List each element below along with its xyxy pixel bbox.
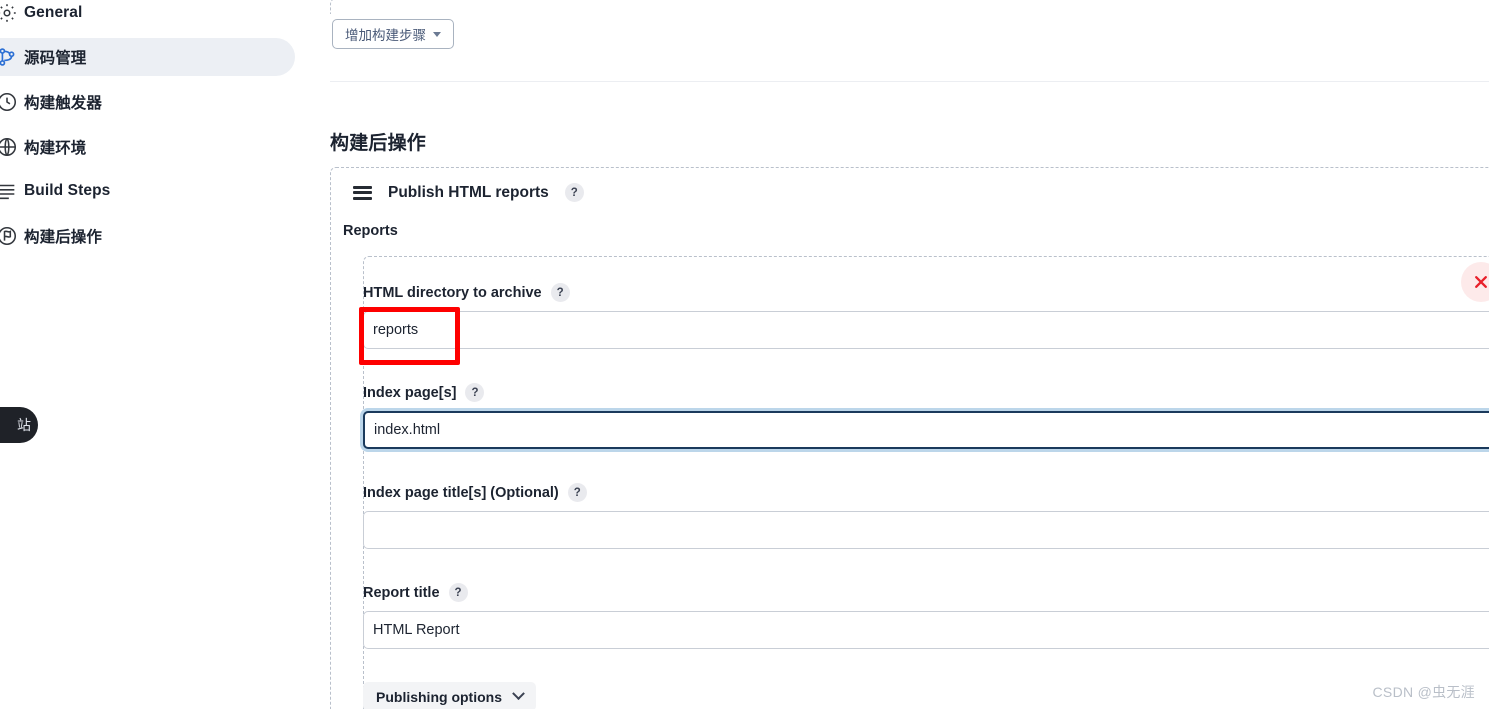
globe-icon — [0, 136, 24, 158]
page-section-title: 构建后操作 — [330, 132, 427, 154]
field-report-title: Report title ? — [363, 583, 1489, 649]
help-icon[interactable]: ? — [567, 483, 587, 502]
sidebar-item-label: 构建环境 — [24, 140, 87, 157]
sidebar-item-build-environment[interactable]: 构建环境 — [0, 128, 295, 166]
index-page-titles-input[interactable] — [363, 511, 1489, 549]
help-icon[interactable]: ? — [465, 383, 485, 402]
add-build-step-button[interactable]: 增加构建步骤 — [332, 19, 454, 49]
flag-circle-icon — [0, 225, 24, 247]
sidebar-item-general[interactable]: General — [0, 0, 295, 32]
help-icon[interactable]: ? — [564, 183, 584, 202]
caret-down-icon — [433, 31, 441, 37]
field-label-row: Index page title[s] (Optional) ? — [363, 483, 1489, 502]
sidebar-item-label: 构建触发器 — [24, 95, 103, 112]
field-label-row: Report title ? — [363, 583, 1489, 602]
field-label-text: Index page[s] — [363, 384, 457, 401]
branch-icon — [0, 46, 24, 68]
html-directory-input[interactable] — [363, 311, 1489, 349]
sidebar-item-label: 源码管理 — [24, 50, 87, 67]
gear-icon — [0, 2, 24, 24]
index-pages-input[interactable] — [363, 411, 1489, 449]
sidebar-item-label: General — [24, 4, 83, 21]
field-html-directory: HTML directory to archive ? — [363, 283, 1489, 349]
app-root: General 源码管理 构建触发器 构建环境 Build Steps 构建后操… — [0, 0, 1489, 709]
field-label-row: HTML directory to archive ? — [363, 283, 1489, 302]
publisher-title: Publish HTML reports — [388, 183, 549, 201]
report-title-input[interactable] — [363, 611, 1489, 649]
field-label-text: Report title — [363, 584, 440, 601]
edge-pill-label: 站 — [17, 417, 31, 433]
field-label-text: Index page title[s] (Optional) — [363, 484, 559, 501]
publishing-options-toggle[interactable]: Publishing options — [363, 682, 536, 709]
sidebar-nav: General 源码管理 构建触发器 构建环境 Build Steps 构建后操… — [0, 0, 300, 709]
section-divider — [330, 81, 1489, 82]
collapsed-edge-pill[interactable]: 站 — [0, 407, 38, 443]
chevron-down-icon — [512, 687, 525, 701]
publisher-header: Publish HTML reports ? — [353, 183, 584, 202]
drag-handle-icon[interactable] — [353, 185, 372, 200]
clock-icon — [0, 91, 24, 113]
list-icon — [0, 180, 24, 202]
sidebar-item-label: Build Steps — [24, 182, 111, 199]
sidebar-item-post-build-actions[interactable]: 构建后操作 — [0, 217, 295, 255]
publishing-options-label: Publishing options — [376, 688, 502, 705]
reports-group-label: Reports — [343, 223, 398, 239]
field-index-page-titles: Index page title[s] (Optional) ? — [363, 483, 1489, 549]
sidebar-item-source-code-management[interactable]: 源码管理 — [0, 38, 295, 76]
build-steps-dashed-container — [330, 0, 1489, 14]
field-label-row: Index page[s] ? — [363, 383, 1489, 402]
add-build-step-label: 增加构建步骤 — [345, 28, 426, 43]
help-icon[interactable]: ? — [550, 283, 570, 302]
watermark: CSDN @虫无涯 — [1372, 684, 1475, 700]
sidebar-item-build-steps[interactable]: Build Steps — [0, 172, 295, 210]
sidebar-item-label: 构建后操作 — [24, 229, 103, 246]
field-label-text: HTML directory to archive — [363, 284, 542, 301]
help-icon[interactable]: ? — [448, 583, 468, 602]
main-content: 增加构建步骤 构建后操作 Publish HTML reports ? Repo… — [300, 0, 1489, 709]
field-index-pages: Index page[s] ? — [363, 383, 1489, 449]
sidebar-item-build-triggers[interactable]: 构建触发器 — [0, 83, 295, 121]
